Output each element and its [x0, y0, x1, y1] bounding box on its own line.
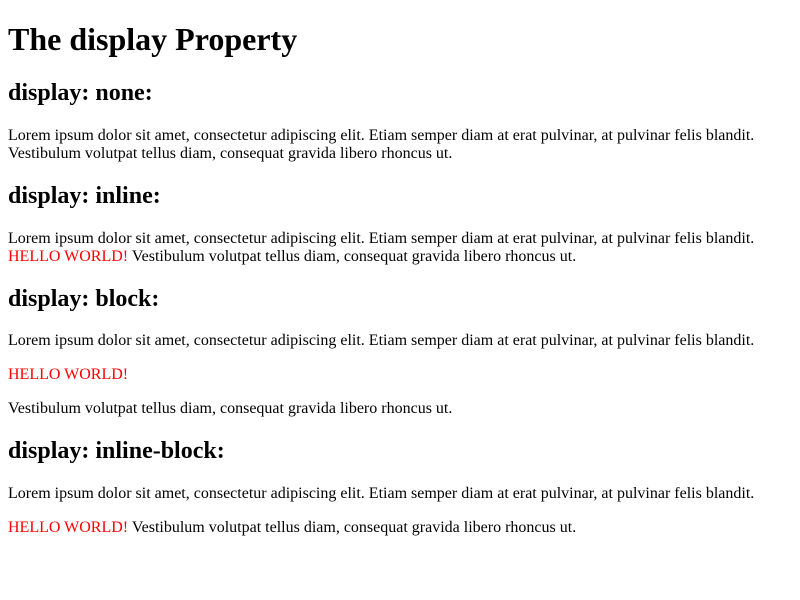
- paragraph-text-line2: Vestibulum volutpat tellus diam, consequ…: [128, 248, 577, 265]
- section-heading-display-inline: display: inline:: [8, 183, 161, 209]
- paragraph-text-line2: Vestibulum volutpat tellus diam, consequ…: [8, 400, 453, 417]
- paragraph-text-line2: Vestibulum volutpat tellus diam, consequ…: [8, 145, 453, 162]
- section-paragraph-display-none: Lorem ipsum dolor sit amet, consectetur …: [8, 127, 792, 163]
- paragraph-text-line1: Lorem ipsum dolor sit amet, consectetur …: [8, 230, 755, 247]
- hello-world-block: HELLO WORLD!: [8, 366, 129, 383]
- page: The display Property display: none: Lore…: [0, 0, 800, 600]
- section-paragraph-display-inline-block: HELLO WORLD! Vestibulum volutpat tellus …: [8, 519, 792, 537]
- page-title: The display Property: [8, 21, 298, 57]
- section-heading-display-block: display: block:: [8, 286, 160, 312]
- hello-world-inline-block: HELLO WORLD!: [8, 519, 129, 536]
- section-heading-display-none: display: none:: [8, 80, 153, 106]
- paragraph-text-line1: Lorem ipsum dolor sit amet, consectetur …: [8, 332, 755, 349]
- section-paragraph-display-inline: Lorem ipsum dolor sit amet, consectetur …: [8, 230, 792, 266]
- hello-world-inline: HELLO WORLD!: [8, 248, 129, 265]
- paragraph-text-line1: Lorem ipsum dolor sit amet, consectetur …: [8, 485, 755, 502]
- paragraph-text-line2: Vestibulum volutpat tellus diam, consequ…: [128, 519, 577, 536]
- paragraph-text-line1: Lorem ipsum dolor sit amet, consectetur …: [8, 127, 755, 144]
- section-heading-display-inline-block: display: inline-block:: [8, 438, 225, 464]
